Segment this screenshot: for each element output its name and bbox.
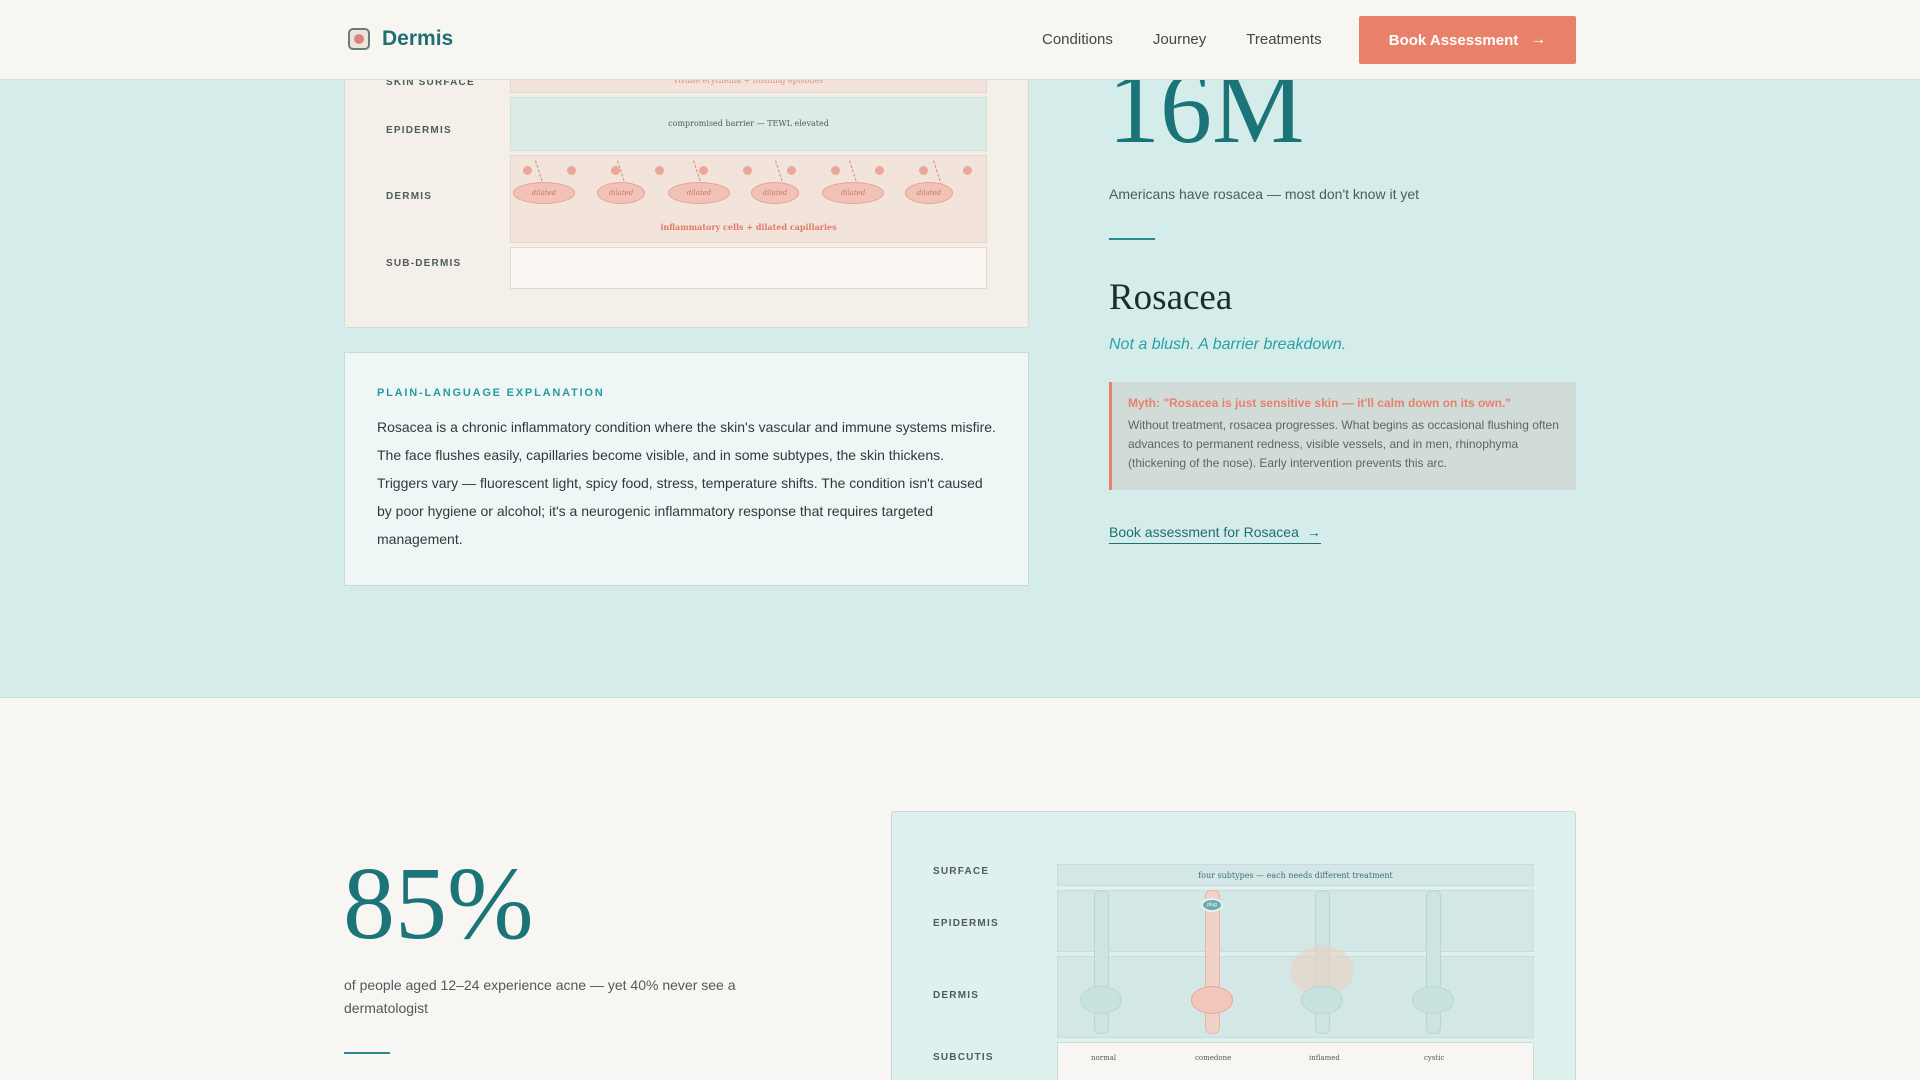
- top-nav: Dermis Conditions Journey Treatments Boo…: [0, 0, 1920, 80]
- surface-note: four subtypes — each needs different tre…: [1198, 871, 1393, 880]
- arrow-right-icon: →: [1530, 31, 1547, 48]
- dilated-vessel: dilated: [668, 182, 730, 204]
- rosacea-skin-diagram: SKIN SURFACE visible erythema + flushing…: [344, 50, 1029, 328]
- myth-body: Without treatment, rosacea progresses. W…: [1128, 418, 1559, 470]
- layer-label-subcutis: SUBCUTIS: [933, 1052, 994, 1063]
- nav-link-journey[interactable]: Journey: [1153, 31, 1206, 48]
- inflammatory-cell: [963, 166, 972, 175]
- inflammatory-cell: [743, 166, 752, 175]
- nav-links: Conditions Journey Treatments: [1042, 31, 1322, 48]
- logo-icon: [348, 28, 370, 50]
- condition-tagline: Not a blush. A barrier breakdown.: [1109, 336, 1347, 353]
- dilated-vessel: dilated: [751, 182, 799, 204]
- inflammatory-cell: [831, 166, 840, 175]
- book-assessment-button[interactable]: Book Assessment →: [1359, 16, 1576, 64]
- surface-layer: four subtypes — each needs different tre…: [1057, 864, 1534, 886]
- explanation-body: Rosacea is a chronic inflammatory condit…: [377, 419, 996, 547]
- layer-label-epidermis: EPIDERMIS: [386, 125, 452, 136]
- rosacea-stat-caption: Americans have rosacea — most don't know…: [1109, 186, 1420, 202]
- sebaceous-gland: [1301, 986, 1343, 1014]
- layer-label-sub-dermis: SUB-DERMIS: [386, 258, 462, 269]
- brand-name: Dermis: [382, 27, 454, 50]
- subtype-label-cystic: cystic: [1424, 1054, 1445, 1062]
- dilated-vessel: dilated: [513, 182, 575, 204]
- inflammatory-cell: [523, 166, 532, 175]
- dilated-vessel: dilated: [905, 182, 953, 204]
- subtype-label-comedone: comedone: [1195, 1054, 1232, 1062]
- epidermis-layer: compromised barrier — TEWL elevated: [510, 97, 987, 151]
- inflammatory-cell: [919, 166, 928, 175]
- sebaceous-gland: [1412, 986, 1454, 1014]
- subtype-label-normal: normal: [1091, 1054, 1117, 1062]
- layer-label-epidermis: EPIDERMIS: [933, 918, 999, 929]
- comedone-plug: plug: [1201, 898, 1223, 912]
- book-rosacea-link[interactable]: Book assessment for Rosacea →: [1109, 524, 1321, 544]
- sebaceous-gland: [1080, 986, 1122, 1014]
- layer-label-dermis: DERMIS: [386, 191, 433, 202]
- arrow-right-icon: →: [1306, 524, 1321, 540]
- nav-link-treatments[interactable]: Treatments: [1246, 31, 1321, 48]
- inflammatory-cell: [787, 166, 796, 175]
- dermis-note: inflammatory cells + dilated capillaries: [660, 222, 837, 232]
- nav-link-conditions[interactable]: Conditions: [1042, 31, 1113, 48]
- subtype-label-inflamed: inflamed: [1309, 1054, 1340, 1062]
- acne-skin-diagram: SURFACE four subtypes — each needs diffe…: [891, 811, 1576, 1080]
- plain-language-explanation: PLAIN-LANGUAGE EXPLANATION Rosacea is a …: [344, 352, 1029, 586]
- divider: [1109, 238, 1155, 240]
- epidermis-layer: [1057, 890, 1534, 952]
- inflammatory-cell: [655, 166, 664, 175]
- myth-callout: Myth: "Rosacea is just sensitive skin — …: [1109, 382, 1576, 490]
- inflammatory-cell: [699, 166, 708, 175]
- dermis-layer: dilated dilated dilated dilated dilated …: [510, 155, 987, 243]
- sebaceous-gland: [1191, 986, 1233, 1014]
- condition-title: Rosacea: [1109, 277, 1233, 318]
- acne-stat-caption: of people aged 12–24 experience acne — y…: [344, 977, 736, 1016]
- book-rosacea-label: Book assessment for Rosacea: [1109, 524, 1299, 540]
- brand[interactable]: Dermis: [348, 27, 453, 51]
- divider: [344, 1052, 390, 1054]
- dilated-vessel: dilated: [597, 182, 645, 204]
- dilated-vessel: dilated: [822, 182, 884, 204]
- acne-stat: 85%: [343, 846, 534, 961]
- explanation-kicker: PLAIN-LANGUAGE EXPLANATION: [377, 387, 605, 399]
- sub-dermis-layer: [510, 247, 987, 289]
- myth-title: Myth: "Rosacea is just sensitive skin — …: [1128, 396, 1511, 410]
- layer-label-dermis: DERMIS: [933, 990, 980, 1001]
- inflammatory-cell: [875, 166, 884, 175]
- epidermis-note: compromised barrier — TEWL elevated: [668, 119, 829, 128]
- rosacea-section: SKIN SURFACE visible erythema + flushing…: [0, 0, 1920, 698]
- inflammatory-cell: [567, 166, 576, 175]
- book-assessment-label: Book Assessment: [1388, 31, 1519, 49]
- layer-label-surface: SURFACE: [933, 866, 990, 877]
- subcutis-layer: [1057, 1042, 1534, 1080]
